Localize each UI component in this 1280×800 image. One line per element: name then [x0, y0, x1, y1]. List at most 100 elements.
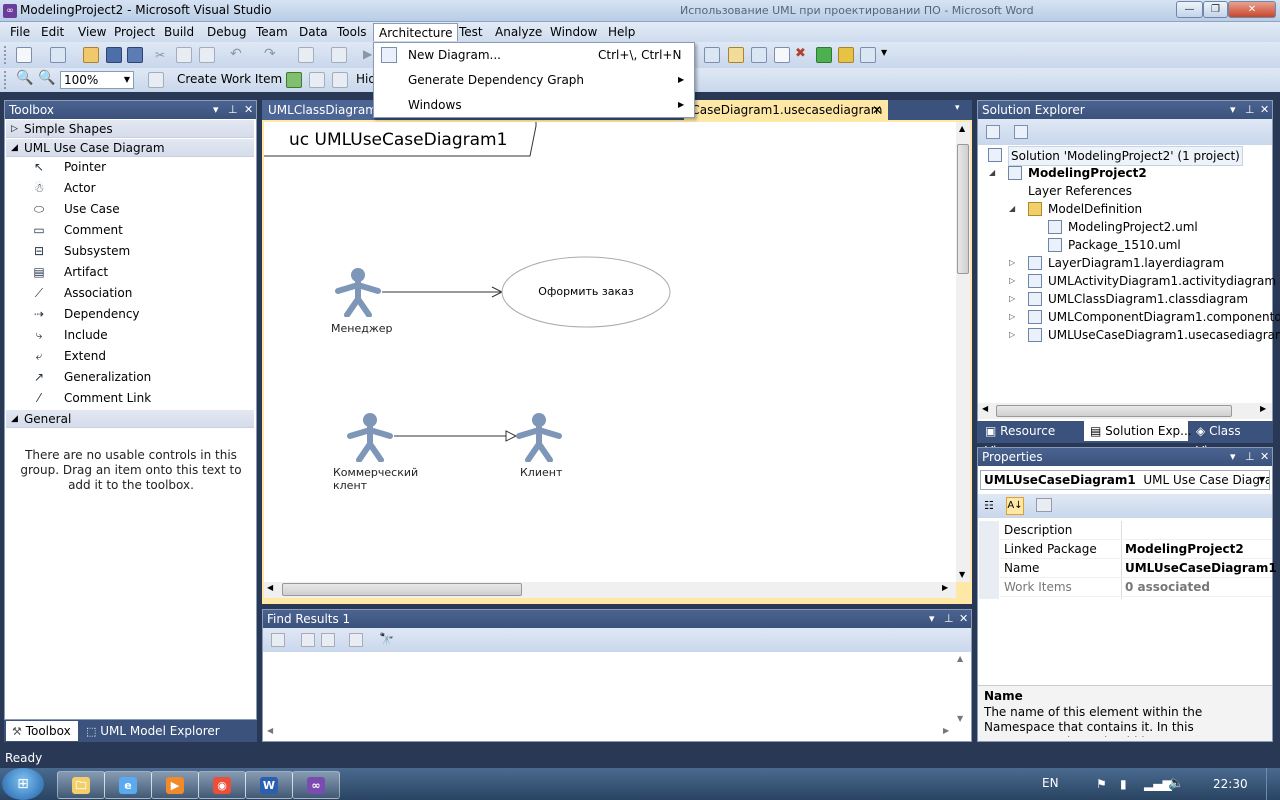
- window-position-icon[interactable]: ▾: [213, 101, 219, 119]
- scroll-left-icon[interactable]: ◀: [267, 726, 273, 735]
- toolbar-icon-2[interactable]: [728, 47, 744, 63]
- scroll-right-icon[interactable]: ▶: [942, 583, 948, 592]
- scroll-down-icon[interactable]: ▼: [959, 570, 965, 579]
- toolbar-icon-5[interactable]: ✖: [795, 46, 806, 61]
- tab-uml-class-diagram[interactable]: UMLClassDiagram1: [262, 100, 374, 120]
- taskbar-ie-button[interactable]: e: [104, 771, 152, 799]
- tab-uml-model-explorer[interactable]: ⬚ UML Model Explorer: [80, 721, 250, 741]
- zoom-out-icon[interactable]: 🔍: [38, 70, 55, 86]
- previous-result-icon[interactable]: [301, 633, 315, 647]
- tab-solution-explorer[interactable]: ▤ Solution Exp...: [1084, 421, 1192, 441]
- show-all-files-icon[interactable]: [1014, 125, 1028, 139]
- collapse-arrow-icon[interactable]: ◢: [989, 164, 995, 182]
- toolbox-group-simple-shapes[interactable]: ▷ Simple Shapes: [6, 120, 254, 138]
- menu-item-new-diagram[interactable]: New Diagram... Ctrl+\, Ctrl+N: [374, 43, 692, 67]
- expand-arrow-icon[interactable]: ▷: [1009, 272, 1015, 290]
- chevron-down-icon[interactable]: ▼: [881, 48, 887, 57]
- close-icon[interactable]: ✕: [1260, 101, 1269, 119]
- navigate-forward-icon[interactable]: [331, 47, 347, 63]
- horizontal-scrollbar[interactable]: ◀ ▶: [264, 582, 956, 598]
- action-center-icon[interactable]: ⚑: [1096, 777, 1107, 791]
- properties-object-selector[interactable]: UMLUseCaseDiagram1 UML Use Case Diagram …: [980, 470, 1270, 490]
- property-pages-icon[interactable]: [1036, 498, 1052, 512]
- toolbox-item-actor[interactable]: ☃ Actor: [8, 178, 252, 199]
- scroll-right-icon[interactable]: ▶: [943, 726, 949, 735]
- scroll-left-icon[interactable]: ◀: [267, 583, 273, 592]
- horizontal-scroll-thumb[interactable]: [996, 405, 1232, 417]
- taskbar-visual-studio-button[interactable]: ∞: [292, 771, 340, 799]
- pin-icon[interactable]: ⊥: [228, 101, 238, 119]
- expand-arrow-icon[interactable]: ▷: [1009, 326, 1015, 344]
- power-icon[interactable]: ▮: [1120, 777, 1127, 791]
- menu-build[interactable]: Build: [158, 23, 200, 41]
- new-project-icon[interactable]: [16, 47, 32, 63]
- toolbox-item-association[interactable]: ⟋ Association: [8, 283, 252, 304]
- actor-client-icon[interactable]: [514, 412, 564, 462]
- menu-analyze[interactable]: Analyze: [489, 23, 548, 41]
- vertical-scrollbar[interactable]: ▲ ▼: [956, 122, 970, 582]
- toolbar-grip[interactable]: [4, 46, 8, 64]
- pin-icon[interactable]: ⊥: [1245, 101, 1255, 119]
- toolbox-item-comment[interactable]: ▭ Comment: [8, 220, 252, 241]
- open-file-icon[interactable]: [83, 47, 99, 63]
- tab-uml-use-case-diagram[interactable]: eCaseDiagram1.usecasediagram ✕: [684, 100, 888, 120]
- show-desktop-button[interactable]: [1266, 768, 1280, 800]
- clear-all-icon[interactable]: [349, 633, 363, 647]
- expand-arrow-icon[interactable]: ▷: [1009, 308, 1015, 326]
- next-result-icon[interactable]: [321, 633, 335, 647]
- taskbar-media-player-button[interactable]: ▶: [151, 771, 199, 799]
- zoom-in-icon[interactable]: 🔍: [16, 70, 33, 86]
- toolbar-icon-4[interactable]: [774, 47, 790, 63]
- toolbox-item-generalization[interactable]: ↗ Generalization: [8, 367, 252, 388]
- find-icon[interactable]: 🔭: [379, 632, 394, 646]
- tab-resource-view[interactable]: ▣ Resource View: [979, 421, 1083, 458]
- alphabetical-icon[interactable]: A↓: [1006, 497, 1024, 515]
- toolbox-group-general[interactable]: ◢ General: [6, 410, 254, 428]
- cut-icon[interactable]: ✂: [155, 48, 165, 62]
- tab-toolbox[interactable]: ⚒ Toolbox: [6, 721, 78, 741]
- toolbox-group-uml-use-case-diagram[interactable]: ◢ UML Use Case Diagram: [6, 139, 254, 157]
- create-work-item-button[interactable]: Create Work Item ▾: [177, 72, 292, 86]
- menu-architecture[interactable]: Architecture: [373, 23, 459, 41]
- horizontal-scroll-thumb[interactable]: [282, 583, 522, 596]
- toolbox-item-extend[interactable]: ⤶ Extend: [8, 346, 252, 367]
- language-indicator[interactable]: EN: [1042, 776, 1059, 790]
- expand-arrow-icon[interactable]: ▷: [1009, 254, 1015, 272]
- paste-icon[interactable]: [199, 47, 215, 63]
- add-item-icon[interactable]: [50, 47, 66, 63]
- scroll-left-icon[interactable]: ◀: [982, 404, 988, 413]
- menu-item-generate-dependency-graph[interactable]: Generate Dependency Graph ▶: [374, 68, 692, 92]
- toolbox-item-artifact[interactable]: ▤ Artifact: [8, 262, 252, 283]
- zoom-combo[interactable]: 100% ▼: [60, 71, 134, 89]
- toolbar-icon-8[interactable]: [860, 47, 876, 63]
- close-icon[interactable]: ✕: [959, 610, 968, 628]
- volume-icon[interactable]: 🔈: [1168, 776, 1184, 791]
- menu-edit[interactable]: Edit: [35, 23, 70, 41]
- undo-icon[interactable]: ↶: [230, 46, 242, 62]
- menu-tools[interactable]: Tools: [331, 23, 373, 41]
- property-row[interactable]: Linked Package ModelingProject2: [1000, 540, 1272, 559]
- start-debugging-icon[interactable]: ▶: [363, 47, 372, 61]
- menu-window[interactable]: Window: [544, 23, 603, 41]
- close-button[interactable]: ✕: [1228, 1, 1276, 18]
- actor-manager-icon[interactable]: [333, 267, 383, 317]
- actor-commercial-client-icon[interactable]: [345, 412, 395, 462]
- tab-list-icon[interactable]: ▾: [955, 103, 960, 113]
- scroll-up-icon[interactable]: ▲: [959, 124, 965, 133]
- property-value[interactable]: UMLUseCaseDiagram1: [1125, 559, 1277, 578]
- property-row[interactable]: Work Items 0 associated: [1000, 578, 1272, 597]
- menu-debug[interactable]: Debug: [201, 23, 252, 41]
- pin-icon[interactable]: ⊥: [944, 610, 954, 628]
- restore-button[interactable]: ❐: [1203, 1, 1228, 18]
- diagram-canvas[interactable]: uc UMLUseCaseDiagram1 Оформить заказ: [264, 122, 956, 582]
- property-value[interactable]: 0 associated: [1125, 578, 1210, 597]
- property-value[interactable]: ModelingProject2: [1125, 540, 1244, 559]
- window-position-icon[interactable]: ▾: [929, 610, 935, 628]
- close-tab-icon[interactable]: ✕: [872, 100, 882, 120]
- toolbox-item-include[interactable]: ⤷ Include: [8, 325, 252, 346]
- scroll-up-icon[interactable]: ▲: [957, 654, 963, 663]
- scroll-right-icon[interactable]: ▶: [1260, 404, 1266, 413]
- taskbar-chrome-button[interactable]: ◉: [198, 771, 246, 799]
- pin-icon[interactable]: ⊥: [1245, 448, 1255, 466]
- save-icon[interactable]: [106, 47, 122, 63]
